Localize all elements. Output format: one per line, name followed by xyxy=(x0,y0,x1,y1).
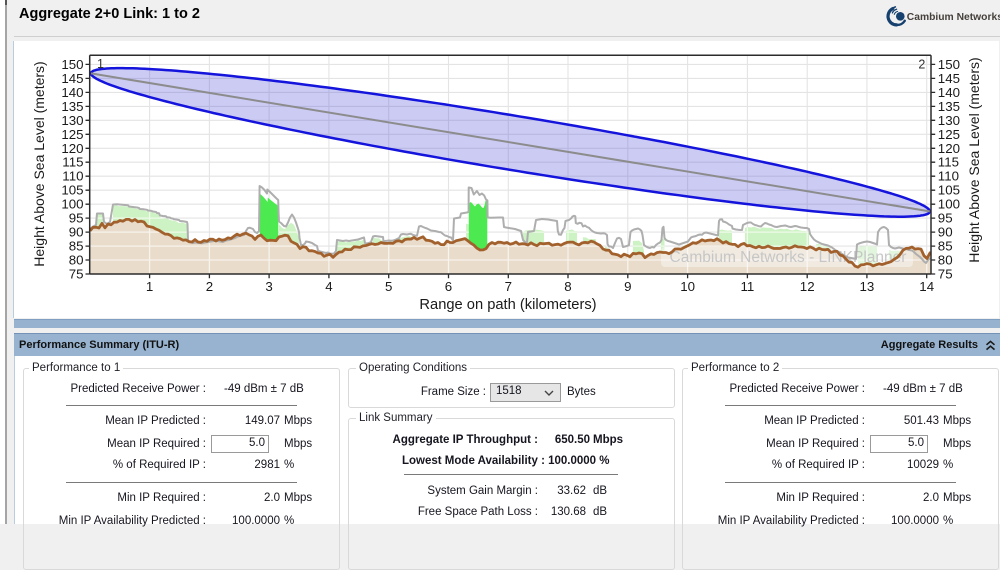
svg-text:5: 5 xyxy=(385,279,392,294)
svg-text:125: 125 xyxy=(61,127,83,142)
svg-text:13: 13 xyxy=(860,279,875,294)
svg-text:150: 150 xyxy=(61,57,83,72)
svg-text:145: 145 xyxy=(938,71,960,86)
svg-text:85: 85 xyxy=(69,239,84,254)
svg-text:105: 105 xyxy=(938,183,960,198)
svg-text:4: 4 xyxy=(325,279,332,294)
svg-text:14: 14 xyxy=(919,279,934,294)
svg-text:90: 90 xyxy=(938,225,953,240)
svg-text:130: 130 xyxy=(61,113,83,128)
svg-text:125: 125 xyxy=(938,127,960,142)
svg-text:10: 10 xyxy=(680,279,695,294)
svg-text:2: 2 xyxy=(206,279,213,294)
svg-text:105: 105 xyxy=(61,183,83,198)
svg-text:6: 6 xyxy=(445,279,452,294)
svg-text:8: 8 xyxy=(564,279,571,294)
svg-text:75: 75 xyxy=(69,267,84,282)
svg-text:100: 100 xyxy=(61,197,83,212)
svg-text:120: 120 xyxy=(938,141,960,156)
svg-text:2: 2 xyxy=(918,58,925,72)
svg-text:9: 9 xyxy=(624,279,631,294)
svg-text:3: 3 xyxy=(265,279,272,294)
svg-text:115: 115 xyxy=(62,155,83,170)
svg-text:11: 11 xyxy=(740,279,754,294)
svg-text:120: 120 xyxy=(61,141,83,156)
svg-text:115: 115 xyxy=(938,155,959,170)
svg-text:110: 110 xyxy=(938,169,959,184)
svg-text:Cambium Networks: Cambium Networks xyxy=(907,12,1000,23)
svg-text:110: 110 xyxy=(62,169,83,184)
svg-text:75: 75 xyxy=(938,267,953,282)
svg-text:80: 80 xyxy=(938,253,953,268)
svg-text:135: 135 xyxy=(938,99,960,114)
svg-text:140: 140 xyxy=(938,85,960,100)
svg-text:Height Above Sea Level (meters: Height Above Sea Level (meters) xyxy=(31,61,47,266)
svg-text:95: 95 xyxy=(938,211,953,226)
svg-text:100: 100 xyxy=(938,197,960,212)
svg-text:12: 12 xyxy=(800,279,815,294)
svg-text:Height Above Sea Level (meters: Height Above Sea Level (meters) xyxy=(966,57,982,262)
svg-text:145: 145 xyxy=(61,71,83,86)
svg-text:1: 1 xyxy=(146,279,153,294)
svg-text:140: 140 xyxy=(61,85,83,100)
svg-text:130: 130 xyxy=(938,113,960,128)
svg-text:7: 7 xyxy=(505,279,512,294)
svg-text:90: 90 xyxy=(69,225,84,240)
svg-text:80: 80 xyxy=(69,253,84,268)
svg-text:85: 85 xyxy=(938,239,953,254)
svg-text:135: 135 xyxy=(61,99,83,114)
svg-text:1: 1 xyxy=(97,57,104,71)
svg-text:Range on path (kilometers): Range on path (kilometers) xyxy=(419,297,596,313)
svg-text:95: 95 xyxy=(69,211,84,226)
svg-text:150: 150 xyxy=(938,57,960,72)
